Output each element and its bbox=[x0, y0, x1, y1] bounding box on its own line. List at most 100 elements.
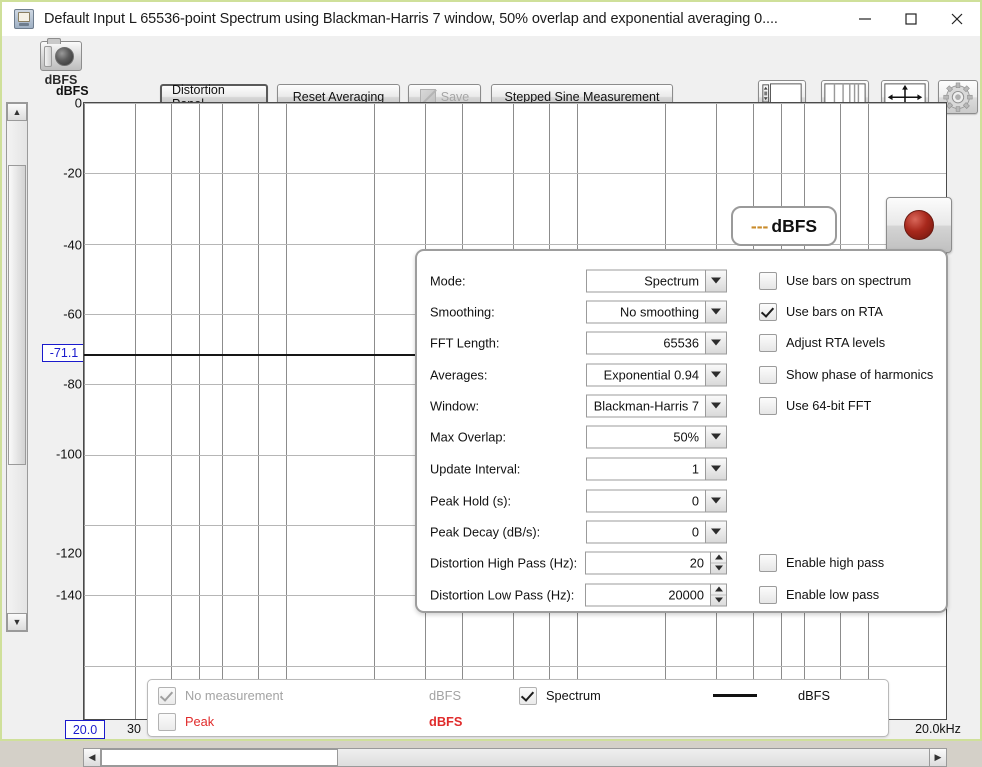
y-tick-m140: -140 bbox=[55, 587, 82, 603]
fft-length-dropdown[interactable]: 65536 bbox=[586, 331, 727, 355]
show-phase-of-harmonics-label: Show phase of harmonics bbox=[786, 367, 934, 383]
checkbox-box bbox=[759, 271, 777, 290]
averages-value: Exponential 0.94 bbox=[586, 363, 705, 387]
readout-dashes: --- bbox=[750, 215, 769, 236]
show-phase-of-harmonics-checkbox[interactable]: Show phase of harmonics bbox=[759, 365, 934, 384]
legend-unit-no-measurement: dBFS bbox=[429, 681, 461, 710]
max-overlap-label: Max Overlap: bbox=[430, 429, 507, 445]
use-bars-on-rta-label: Use bars on RTA bbox=[786, 304, 883, 320]
max-overlap-dropdown[interactable]: 50% bbox=[586, 425, 727, 449]
checkbox-box[interactable] bbox=[519, 686, 537, 705]
application-window: Default Input L 65536-point Spectrum usi… bbox=[0, 0, 982, 767]
peak-decay-dropdown[interactable]: 0 bbox=[586, 520, 727, 544]
mode-value: Spectrum bbox=[586, 269, 705, 293]
legend-row: Peak dBFS bbox=[148, 707, 888, 736]
max-overlap-value: 50% bbox=[586, 425, 705, 449]
checkbox-box bbox=[759, 585, 777, 604]
distortion-low-pass-spinner[interactable]: 20000 bbox=[585, 583, 727, 607]
legend-line-swatch bbox=[713, 681, 757, 710]
use-64bit-fft-checkbox[interactable]: Use 64-bit FFT bbox=[759, 396, 871, 415]
enable-high-pass-checkbox[interactable]: Enable high pass bbox=[759, 553, 884, 572]
record-dot-icon bbox=[904, 210, 934, 240]
legend-item-spectrum[interactable]: Spectrum bbox=[519, 681, 601, 710]
chevron-down-icon[interactable] bbox=[705, 331, 727, 355]
window-label: Window: bbox=[430, 398, 480, 414]
smoothing-dropdown[interactable]: No smoothing bbox=[586, 300, 727, 324]
peak-hold-dropdown[interactable]: 0 bbox=[586, 489, 727, 513]
setting-row-window: Window: Blackman-Harris 7 Use 64-bit FFT bbox=[417, 390, 946, 421]
java-coffee-cup-icon bbox=[14, 8, 34, 29]
adjust-rta-levels-checkbox[interactable]: Adjust RTA levels bbox=[759, 333, 885, 352]
setting-row-distortion-low-pass: Distortion Low Pass (Hz): 20000 Enable l… bbox=[417, 579, 946, 610]
scroll-right-arrow-icon[interactable]: ▶ bbox=[929, 749, 946, 766]
y-tick-0: 0 bbox=[74, 95, 82, 111]
distortion-high-pass-value[interactable]: 20 bbox=[585, 551, 710, 575]
distortion-low-pass-label: Distortion Low Pass (Hz): bbox=[430, 587, 575, 603]
horizontal-scrollbar[interactable]: ◀ ▶ bbox=[83, 748, 947, 767]
mode-dropdown[interactable]: Spectrum bbox=[586, 269, 727, 293]
checkbox-box[interactable] bbox=[158, 686, 176, 705]
title-bar: Default Input L 65536-point Spectrum usi… bbox=[2, 2, 980, 36]
chevron-down-icon[interactable] bbox=[705, 300, 727, 324]
y-tick-m40: -40 bbox=[63, 237, 82, 253]
y-tick-m120: -120 bbox=[55, 545, 82, 561]
setting-row-mode: Mode: Spectrum Use bars on spectrum bbox=[417, 265, 946, 296]
spectrum-settings-panel: Mode: Spectrum Use bars on spectrum Smoo… bbox=[415, 249, 948, 613]
use-bars-on-spectrum-label: Use bars on spectrum bbox=[786, 273, 912, 289]
horizontal-scroll-thumb[interactable] bbox=[101, 749, 338, 766]
x-cursor-value[interactable]: 20.0 bbox=[65, 720, 105, 739]
window-title: Default Input L 65536-point Spectrum usi… bbox=[44, 10, 778, 27]
update-interval-dropdown[interactable]: 1 bbox=[586, 457, 727, 481]
legend-item-no-measurement[interactable]: No measurement bbox=[158, 681, 283, 710]
chevron-down-icon[interactable] bbox=[705, 425, 727, 449]
averages-label: Averages: bbox=[430, 367, 488, 383]
legend-row: No measurement dBFS Spectrum dBFS bbox=[148, 681, 888, 710]
minimize-button[interactable] bbox=[842, 3, 888, 35]
legend-unit-label: dBFS bbox=[429, 714, 463, 729]
checkbox-box bbox=[759, 396, 777, 415]
window-controls bbox=[842, 2, 980, 36]
legend-panel: No measurement dBFS Spectrum dBFS Peak d… bbox=[147, 679, 889, 737]
horizontal-scroll-track[interactable] bbox=[101, 749, 929, 766]
distortion-high-pass-spinner[interactable]: 20 bbox=[585, 551, 727, 575]
maximize-button[interactable] bbox=[888, 3, 934, 35]
spinner-arrows-icon[interactable] bbox=[710, 551, 727, 575]
smoothing-value: No smoothing bbox=[586, 300, 705, 324]
fft-length-value: 65536 bbox=[586, 331, 705, 355]
y-tick-m80: -80 bbox=[63, 376, 82, 392]
checkbox-box[interactable] bbox=[158, 712, 176, 731]
chevron-down-icon[interactable] bbox=[705, 363, 727, 387]
toolbar: dBFS Distortion Panel Reset Averaging Sa… bbox=[2, 36, 980, 114]
y-tick-m20: -20 bbox=[63, 165, 82, 181]
setting-row-averages: Averages: Exponential 0.94 Show phase of… bbox=[417, 359, 946, 390]
chevron-down-icon[interactable] bbox=[705, 520, 727, 544]
close-button[interactable] bbox=[934, 3, 980, 35]
spectrum-line-swatch-icon bbox=[713, 694, 757, 697]
legend-unit-label: dBFS bbox=[798, 688, 831, 703]
scroll-left-arrow-icon[interactable]: ◀ bbox=[84, 749, 101, 766]
use-bars-on-rta-checkbox[interactable]: Use bars on RTA bbox=[759, 302, 883, 321]
capture-control[interactable]: dBFS bbox=[32, 38, 90, 87]
chevron-down-icon[interactable] bbox=[705, 457, 727, 481]
enable-low-pass-checkbox[interactable]: Enable low pass bbox=[759, 585, 879, 604]
y-tick-m100: -100 bbox=[55, 446, 82, 462]
chevron-down-icon[interactable] bbox=[705, 394, 727, 418]
chevron-down-icon[interactable] bbox=[705, 269, 727, 293]
averages-dropdown[interactable]: Exponential 0.94 bbox=[586, 363, 727, 387]
record-button[interactable] bbox=[886, 197, 952, 253]
update-interval-label: Update Interval: bbox=[430, 461, 521, 477]
camera-icon[interactable] bbox=[40, 38, 82, 71]
window-dropdown[interactable]: Blackman-Harris 7 bbox=[586, 394, 727, 418]
checkbox-box bbox=[759, 333, 777, 352]
peak-decay-label: Peak Decay (dB/s): bbox=[430, 524, 541, 540]
spinner-arrows-icon[interactable] bbox=[710, 583, 727, 607]
use-bars-on-spectrum-checkbox[interactable]: Use bars on spectrum bbox=[759, 271, 912, 290]
legend-unit-peak: dBFS bbox=[429, 707, 462, 736]
distortion-low-pass-value[interactable]: 20000 bbox=[585, 583, 710, 607]
legend-item-peak[interactable]: Peak bbox=[158, 707, 214, 736]
peak-decay-value: 0 bbox=[586, 520, 705, 544]
y-cursor-value[interactable]: -71.1 bbox=[42, 344, 86, 362]
checkbox-box bbox=[759, 302, 777, 321]
fft-length-label: FFT Length: bbox=[430, 335, 500, 351]
chevron-down-icon[interactable] bbox=[705, 489, 727, 513]
